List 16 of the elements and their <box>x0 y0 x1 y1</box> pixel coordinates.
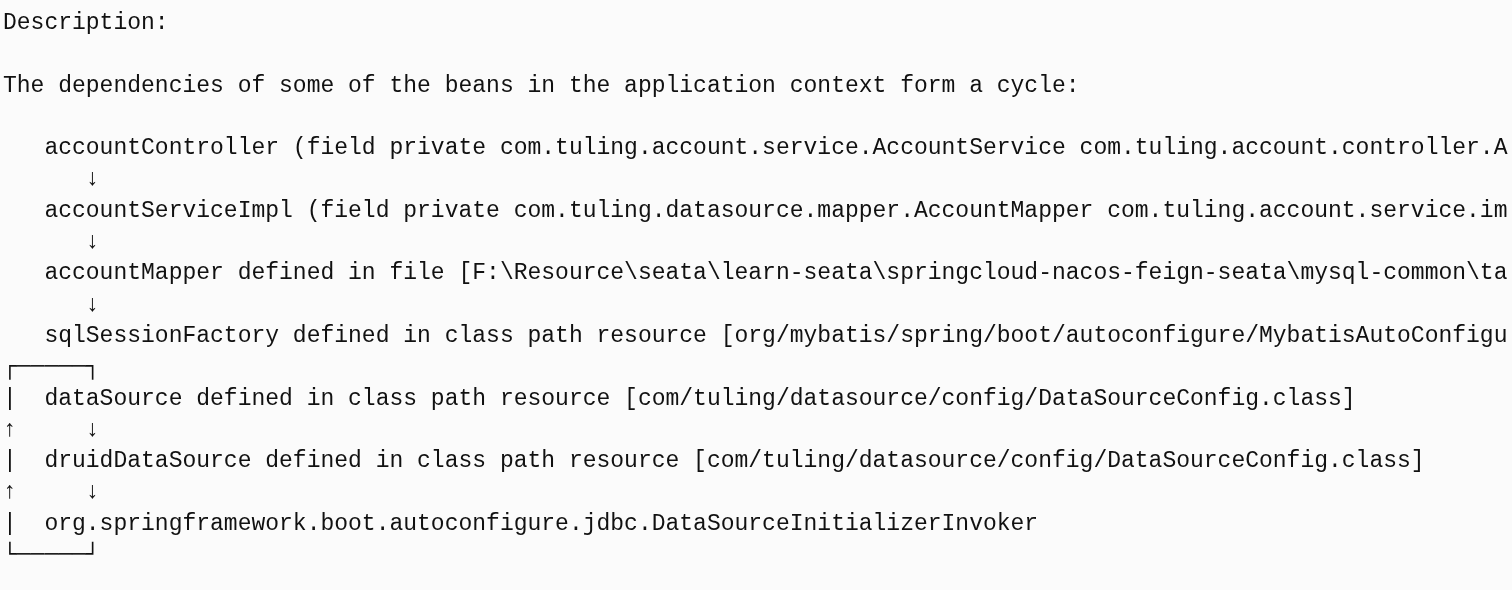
console-line: accountServiceImpl (field private com.tuling.datasource.mapper.AccountMapper com.tuling.account.service.im <box>43 196 1508 226</box>
console-line: ↓ <box>84 228 100 258</box>
console-line: Description: <box>3 9 169 38</box>
console-line: ↑ ↓ <box>3 415 100 445</box>
console-line: ↓ <box>84 290 100 320</box>
console-line: sqlSessionFactory defined in class path resource [org/mybatis/spring/boot/autoconfigure/MybatisAutoConfigu <box>43 321 1508 351</box>
console-line: | dataSource defined in class path resource [com/tuling/datasource/config/DataSourceConfig.class] <box>3 384 1356 414</box>
console-line: ┌─────┐ <box>3 353 100 383</box>
console-line: accountController (field private com.tuling.account.service.AccountService com.tuling.account.controller.A <box>43 134 1508 164</box>
console-line: accountMapper defined in file [F:\Resource\seata\learn-seata\springcloud-nacos-feign-seata\mysql-common\ta <box>43 259 1508 289</box>
console-line: | druidDataSource defined in class path resource [com/tuling/datasource/config/DataSourceConfig.class] <box>3 447 1425 477</box>
console-line: | org.springframework.boot.autoconfigure.jdbc.DataSourceInitializerInvoker <box>3 509 1039 539</box>
console-line: ↓ <box>84 165 100 195</box>
console-line: └─────┘ <box>3 540 100 571</box>
console-line: ↑ ↓ <box>3 478 100 508</box>
console-line: The dependencies of some of the beans in the application context form a cycle: <box>3 71 1080 101</box>
